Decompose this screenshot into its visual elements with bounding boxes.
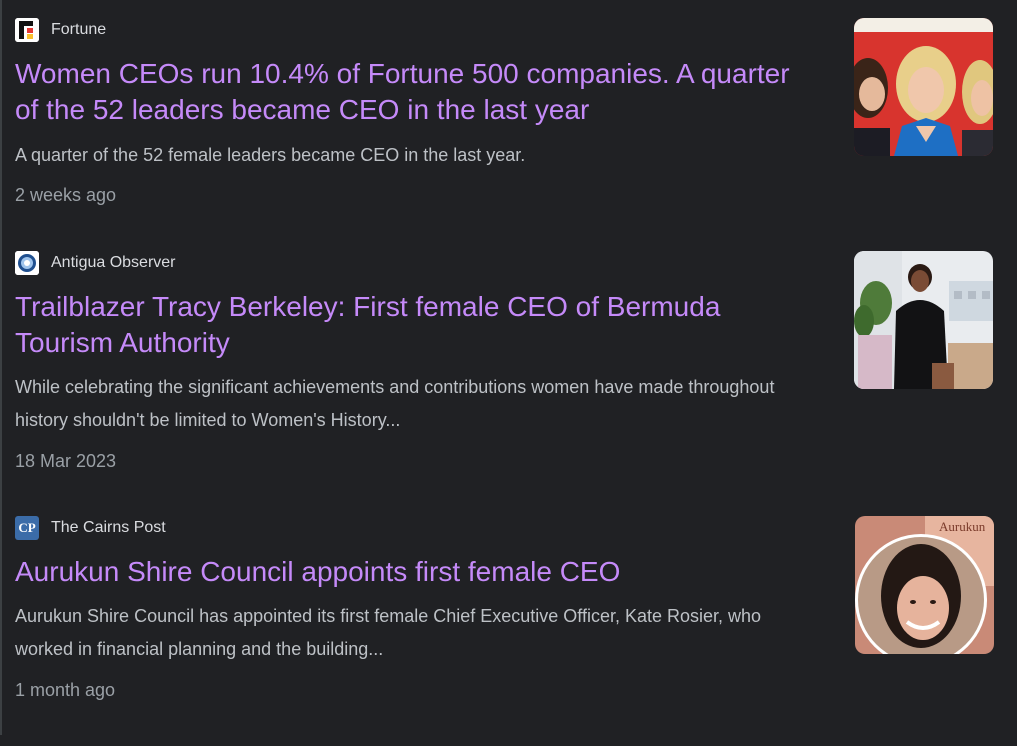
source-name: Fortune (51, 21, 107, 38)
publish-date: 2 weeks ago (15, 185, 117, 205)
headline-link[interactable]: Trailblazer Tracy Berkeley: First female… (15, 289, 795, 361)
snippet: Aurukun Shire Council has appointed its … (15, 606, 762, 659)
antigua-observer-logo-icon (15, 251, 39, 275)
source-row[interactable]: Antigua Observer (15, 251, 176, 275)
publish-date: 1 month ago (15, 680, 116, 700)
cairns-post-logo-icon: CP (15, 516, 39, 540)
favicon-text: CP (18, 520, 36, 535)
page-left-border (0, 0, 2, 735)
snippet: A quarter of the 52 female leaders becam… (15, 145, 526, 165)
snippet: While celebrating the significant achiev… (15, 377, 775, 430)
kate-rosier-thumbnail-image[interactable]: Aurukun (855, 516, 994, 654)
source-name: Antigua Observer (51, 254, 176, 271)
headline-link[interactable]: Women CEOs run 10.4% of Fortune 500 comp… (15, 56, 795, 128)
thumbnail-banner-text: Aurukun (939, 519, 986, 534)
fortune-thumbnail-image[interactable] (854, 18, 993, 156)
source-name: The Cairns Post (51, 519, 166, 536)
tracy-berkeley-thumbnail-image[interactable] (854, 251, 993, 389)
fortune-logo-icon (15, 18, 39, 42)
source-row[interactable]: Fortune (15, 18, 106, 42)
headline-link[interactable]: Aurukun Shire Council appoints first fem… (15, 554, 795, 590)
source-row[interactable]: CP The Cairns Post (15, 516, 166, 540)
publish-date: 18 Mar 2023 (15, 451, 117, 471)
